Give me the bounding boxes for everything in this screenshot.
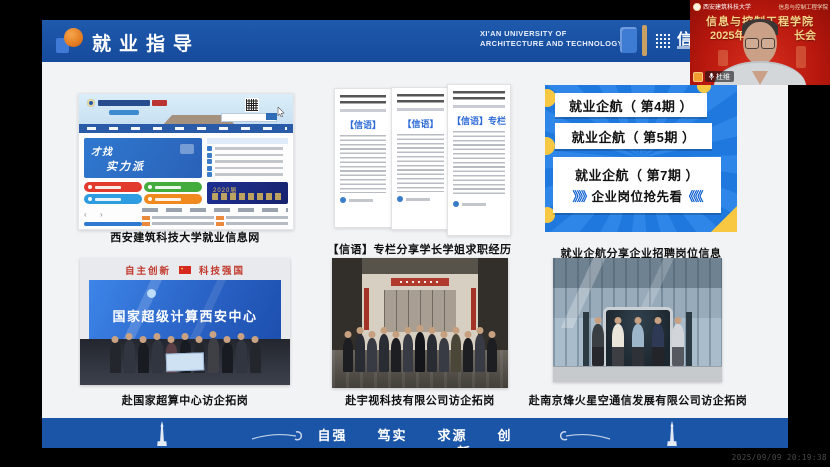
- glasses-icon: [745, 38, 775, 47]
- header-decoration: [620, 27, 637, 53]
- slogan-right: 科技强国: [199, 263, 245, 277]
- caption-articles: 【信语】专栏分享学长学姐求职经历: [317, 241, 522, 257]
- website-hero-banner: 才找 实力派: [84, 138, 202, 178]
- held-flag: [166, 352, 205, 371]
- dot-grid-icon: [655, 33, 671, 49]
- caption-uniview: 赴宇视科技有限公司访企拓岗: [312, 392, 528, 408]
- website-news-list: [207, 138, 288, 178]
- status-bar: 2025/09/09 20:19:38: [0, 448, 830, 467]
- raise-hand-icon: [693, 72, 703, 82]
- website-header: [79, 94, 293, 124]
- slide-footer: 自强 笃实 求源 创 新: [42, 418, 788, 448]
- center-logo-icon: [147, 289, 156, 298]
- school-motto: 自强 笃实 求源 创: [42, 425, 788, 444]
- panel-uniview-photo: [332, 258, 508, 388]
- recording-timestamp: 2025/09/09 20:19:38: [732, 453, 827, 462]
- slide-header: 就业指导 XI'AN UNIVERSITY OF ARCHITECTURE AN…: [42, 20, 788, 62]
- microphone-icon: [709, 73, 714, 80]
- website-ad-banner: 2020届: [207, 182, 288, 204]
- group-people: [332, 328, 508, 372]
- mouse-cursor-icon: [277, 104, 285, 122]
- website-footer-lists: ‹ ›: [84, 208, 288, 226]
- china-flag-icon: [179, 266, 191, 274]
- shared-slide: 就业指导 XI'AN UNIVERSITY OF ARCHITECTURE AN…: [42, 20, 788, 448]
- panel-qihang: 就业企航（ 第4期 ） 就业企航（ 第5期 ） 就业企航（ 第7期 ） 》》》企…: [545, 85, 737, 232]
- website-quick-buttons: [84, 182, 202, 204]
- university-name-en: XI'AN UNIVERSITY OF ARCHITECTURE AND TEC…: [480, 29, 623, 49]
- panel-supercomputing-photo: 自主创新 科技强国 国家超级计算西安中心: [80, 258, 290, 385]
- article-card: 【信语】专栏: [447, 84, 511, 236]
- qr-code-icon: [245, 98, 259, 112]
- panel-employment-website: 才找 实力派 2020届 ‹ ›: [78, 93, 294, 230]
- qihang-banner-7: 就业企航（ 第7期 ） 》》》企业岗位抢先看《《《: [553, 157, 721, 213]
- panel-fiberhome-photo: [553, 258, 722, 382]
- webcam-video-tile[interactable]: 西安建筑科技大学 信息与控制工程学院 信息与控制工程学院 2025年 长会 杜维: [690, 0, 830, 85]
- qihang-banner-5: 就业企航（ 第5期 ）: [555, 123, 712, 149]
- article-card: 【信语】: [391, 87, 450, 230]
- website-search-bar: [221, 113, 277, 122]
- red-signage: [391, 278, 449, 286]
- qihang-banner-4: 就业企航（ 第4期 ）: [555, 93, 707, 117]
- caption-supercomputing: 赴国家超算中心访企拓岗: [80, 392, 290, 408]
- header-gold-bar: [642, 25, 647, 56]
- website-body: 才找 实力派 2020届 ‹ ›: [79, 133, 293, 229]
- screen-title: 国家超级计算西安中心: [89, 306, 281, 325]
- employment-logo-icon: [56, 28, 84, 54]
- caption-fiberhome: 赴南京烽火星空通信发展有限公司访企拓岗: [517, 392, 759, 408]
- caption-website: 西安建筑科技大学就业信息网: [78, 229, 292, 245]
- article-card: 【信语】: [334, 88, 392, 228]
- group-people: [553, 316, 722, 366]
- website-logo-icon: [87, 99, 95, 107]
- website-nav-bar: [79, 124, 293, 133]
- slogan-left: 自主创新: [125, 263, 171, 277]
- page-title: 就业指导: [92, 29, 200, 56]
- participant-name-badge: 杜维: [693, 71, 734, 82]
